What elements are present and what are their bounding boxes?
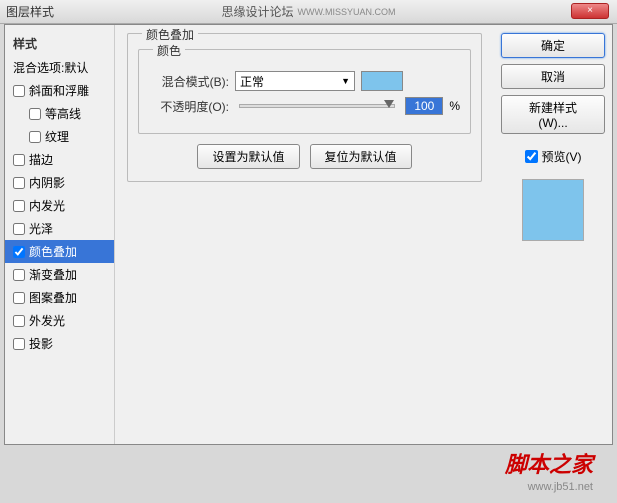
style-checkbox[interactable] (29, 108, 41, 120)
style-checkbox[interactable] (13, 269, 25, 281)
sidebar-item-0[interactable]: 斜面和浮雕 (5, 79, 114, 102)
style-checkbox[interactable] (13, 177, 25, 189)
watermark: 脚本之家 www.jb51.net (505, 447, 593, 493)
blend-mode-select[interactable]: 正常 ▼ (235, 71, 355, 91)
style-label: 内阴影 (29, 174, 65, 191)
sidebar-item-2[interactable]: 纹理 (5, 125, 114, 148)
sidebar-item-3[interactable]: 描边 (5, 148, 114, 171)
sidebar-item-10[interactable]: 外发光 (5, 309, 114, 332)
style-label: 内发光 (29, 197, 65, 214)
section-title: 颜色叠加 (142, 26, 198, 43)
reset-default-button[interactable]: 复位为默认值 (310, 144, 412, 169)
style-label: 颜色叠加 (29, 243, 77, 260)
close-button[interactable]: × (571, 3, 609, 19)
style-checkbox[interactable] (13, 154, 25, 166)
style-label: 光泽 (29, 220, 53, 237)
sidebar-item-9[interactable]: 图案叠加 (5, 286, 114, 309)
opacity-label: 不透明度(O): (149, 98, 229, 115)
new-style-button[interactable]: 新建样式(W)... (501, 95, 605, 134)
style-label: 纹理 (45, 128, 69, 145)
color-swatch[interactable] (361, 71, 403, 91)
ok-button[interactable]: 确定 (501, 33, 605, 58)
right-panel: 确定 取消 新建样式(W)... 预览(V) (494, 25, 612, 444)
style-label: 斜面和浮雕 (29, 82, 89, 99)
set-default-button[interactable]: 设置为默认值 (197, 144, 299, 169)
opacity-value[interactable]: 100 (405, 97, 443, 115)
blending-label: 混合选项:默认 (13, 59, 88, 76)
main-panel: 颜色叠加 颜色 混合模式(B): 正常 ▼ 不透明度(O): 100 % 设置为… (115, 25, 494, 444)
style-checkbox[interactable] (13, 200, 25, 212)
style-label: 描边 (29, 151, 53, 168)
opacity-unit: % (449, 99, 460, 113)
style-label: 渐变叠加 (29, 266, 77, 283)
style-checkbox[interactable] (13, 338, 25, 350)
style-label: 等高线 (45, 105, 81, 122)
sidebar-item-8[interactable]: 渐变叠加 (5, 263, 114, 286)
sidebar-header: 样式 (5, 31, 114, 56)
watermark-cn: 脚本之家 (505, 447, 593, 479)
style-checkbox[interactable] (13, 246, 25, 258)
style-checkbox[interactable] (13, 223, 25, 235)
preview-label: 预览(V) (542, 148, 582, 165)
blend-mode-value: 正常 (240, 73, 264, 90)
sidebar-item-6[interactable]: 光泽 (5, 217, 114, 240)
style-label: 图案叠加 (29, 289, 77, 306)
style-label: 外发光 (29, 312, 65, 329)
window-title: 图层样式 (6, 3, 54, 20)
preview-checkbox[interactable] (525, 150, 538, 163)
sidebar-item-7[interactable]: 颜色叠加 (5, 240, 114, 263)
cancel-button[interactable]: 取消 (501, 64, 605, 89)
watermark-en: www.jb51.net (505, 481, 593, 493)
style-checkbox[interactable] (29, 131, 41, 143)
forum-name: 思缘设计论坛 (221, 3, 293, 20)
opacity-slider[interactable] (239, 104, 395, 108)
group-title: 颜色 (153, 42, 185, 59)
sidebar-item-1[interactable]: 等高线 (5, 102, 114, 125)
style-checkbox[interactable] (13, 292, 25, 304)
forum-label: 思缘设计论坛 WWW.MISSYUAN.COM (221, 3, 395, 20)
sidebar-item-11[interactable]: 投影 (5, 332, 114, 355)
chevron-down-icon: ▼ (341, 76, 350, 86)
style-checkbox[interactable] (13, 315, 25, 327)
style-checkbox[interactable] (13, 85, 25, 97)
styles-sidebar: 样式 混合选项:默认 斜面和浮雕等高线纹理描边内阴影内发光光泽颜色叠加渐变叠加图… (5, 25, 115, 444)
blend-mode-label: 混合模式(B): (149, 73, 229, 90)
blending-options[interactable]: 混合选项:默认 (5, 56, 114, 79)
preview-swatch (522, 179, 584, 241)
sidebar-item-4[interactable]: 内阴影 (5, 171, 114, 194)
slider-thumb[interactable] (384, 100, 394, 108)
forum-url: WWW.MISSYUAN.COM (298, 7, 396, 17)
style-label: 投影 (29, 335, 53, 352)
sidebar-item-5[interactable]: 内发光 (5, 194, 114, 217)
